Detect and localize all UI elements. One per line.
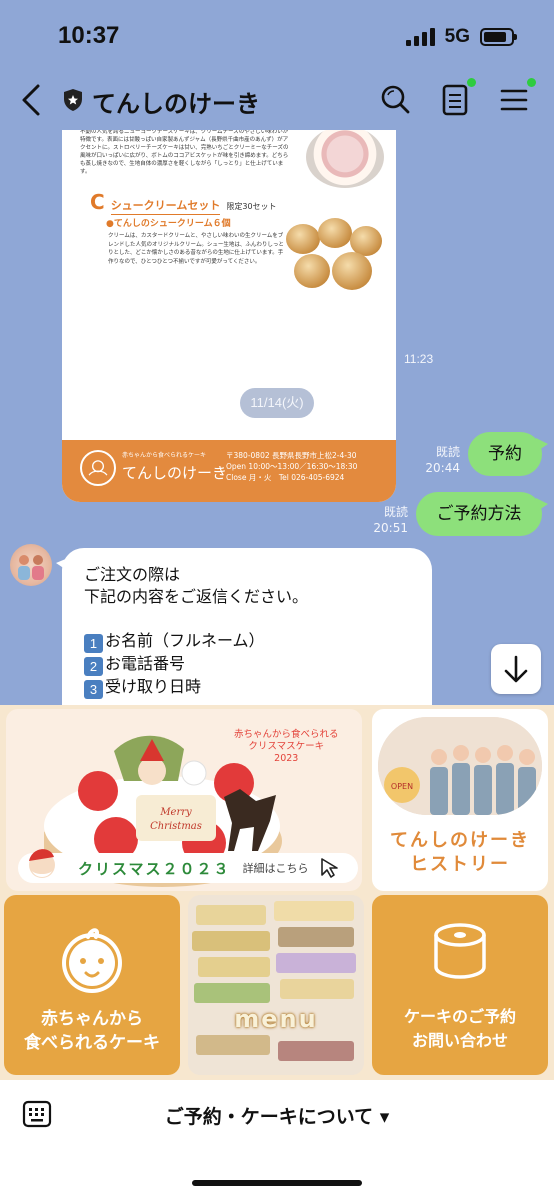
baby-cake-label: 赤ちゃんから 食べられるケーキ: [4, 1007, 180, 1055]
reservation-contact-label: ケーキのご予約 お問い合わせ: [372, 1005, 548, 1053]
network-label: 5G: [444, 26, 470, 47]
baby-face-icon: [62, 928, 122, 993]
search-icon[interactable]: [378, 82, 412, 118]
section-title: シュークリームセット: [110, 197, 221, 215]
flyer-image-message[interactable]: 不動の人気を誇るニューヨークチーズケーキは、クリームチーズのやさしい味わいが特徴…: [62, 130, 396, 502]
sent-message-how-to-reserve[interactable]: ご予約方法: [416, 492, 548, 536]
read-receipt: 既読 20:44: [408, 444, 460, 476]
notes-badge-dot: [467, 78, 476, 87]
label-line: 赤ちゃんから: [41, 1009, 143, 1029]
menu-icon[interactable]: [498, 82, 532, 118]
bottom-bar: ご予約・ケーキについて ▾: [0, 1080, 554, 1200]
label-line: お問い合わせ: [411, 1031, 508, 1050]
scroll-down-button[interactable]: [491, 644, 541, 694]
message-time: 20:51: [373, 521, 408, 535]
store-address: 〒380-0802 長野県長野市上松2-4-30: [226, 451, 357, 460]
store-hours: Open 10:00～13:00／16:30～18:30: [226, 462, 358, 471]
number-badge: 2: [84, 657, 103, 676]
store-info: 〒380-0802 長野県長野市上松2-4-30 Open 10:00～13:0…: [226, 450, 357, 483]
message-time: 20:44: [425, 461, 460, 475]
home-indicator[interactable]: [192, 1180, 362, 1186]
christmas-detail-link[interactable]: 詳細はこちら: [243, 860, 309, 876]
history-line: てんしのけーき: [390, 830, 530, 851]
section-limit: 限定30セット: [226, 202, 277, 211]
flyer-intro-text: 不動の人気を誇るニューヨークチーズケーキは、クリームチーズのやさしい味わいが特徴…: [80, 130, 289, 175]
reply-line: ご注文の際は: [84, 565, 181, 584]
status-time: 10:37: [58, 22, 120, 49]
flyer-description: クリームは、カスタードクリームと、やさしい味わいの生クリームをブレンドした人気の…: [108, 233, 284, 265]
plaque-merry: Merry: [159, 807, 192, 818]
section-letter: C: [90, 190, 105, 214]
signal-icon: [405, 28, 435, 46]
reservation-contact-tile[interactable]: ケーキのご予約 お問い合わせ: [372, 895, 548, 1075]
avatar[interactable]: [10, 544, 52, 586]
staff-photo: OPEN: [378, 717, 542, 815]
christmas-caption: 赤ちゃんから食べられる クリスマスケーキ 2023: [234, 729, 339, 765]
baby-cake-tile[interactable]: 赤ちゃんから 食べられるケーキ: [4, 895, 180, 1075]
santa-icon: [29, 849, 55, 878]
flyer-footer: 赤ちゃんから食べられるケーキ てんしのけーき 〒380-0802 長野県長野市上…: [62, 440, 396, 502]
number-badge: 3: [84, 680, 103, 699]
angel-logo-icon: [80, 450, 116, 486]
label-line: 食べられるケーキ: [24, 1033, 160, 1053]
rich-menu: Merry Christmas 赤ちゃんから食べられる クリスマスケーキ 202…: [0, 705, 554, 1080]
christmas-2023-tile[interactable]: Merry Christmas 赤ちゃんから食べられる クリスマスケーキ 202…: [6, 709, 362, 891]
reply-line: 下記の内容をご返信ください。: [84, 587, 309, 606]
caption-line: クリスマスケーキ: [248, 741, 325, 752]
number-badge: 1: [84, 634, 103, 653]
reply-item-text: お電話番号: [105, 654, 186, 673]
battery-fill: [484, 32, 507, 42]
christmas-label: クリスマス２０２３: [78, 859, 231, 878]
menu-label: menu: [234, 1005, 318, 1033]
cursor-icon: [320, 858, 338, 878]
roll-cake-icon: [434, 923, 486, 979]
notes-icon[interactable]: [438, 82, 472, 118]
chat-header: てんしのけーき: [0, 72, 554, 130]
reply-item-text: お名前（フルネーム）: [105, 631, 265, 650]
cheesecake-photo: [306, 130, 384, 188]
shield-icon: [64, 89, 82, 111]
read-receipt: 既読 20:51: [356, 504, 408, 536]
menu-badge-dot: [527, 78, 536, 87]
flyer-section-heading: C シュークリームセット 限定30セット: [90, 190, 277, 215]
reply-item: 1 お名前（フルネーム）: [84, 630, 410, 653]
open-sign-text: OPEN: [391, 782, 413, 791]
chat-title: てんしのけーき: [92, 90, 260, 118]
arrow-down-icon: [504, 655, 528, 683]
read-label: 既読: [383, 505, 408, 519]
christmas-detail-bar[interactable]: クリスマス２０２３ 詳細はこちら: [18, 853, 358, 883]
chat-area[interactable]: 不動の人気を誇るニューヨークチーズケーキは、クリームチーズのやさしい味わいが特徴…: [0, 130, 554, 705]
flyer-sub-heading: ●てんしのシュークリーム６個: [106, 219, 231, 229]
sent-message-reservation[interactable]: 予約: [468, 432, 548, 476]
flyer-time: 11:23: [404, 352, 434, 366]
reply-item: 3 受け取り日時: [84, 676, 410, 699]
history-label: てんしのけーき ヒストリー: [372, 829, 548, 877]
caption-year: 2023: [274, 753, 299, 764]
cream-puff-photo: [280, 216, 384, 294]
status-indicators: 5G: [405, 26, 517, 48]
rich-menu-toggle[interactable]: ご予約・ケーキについて ▾: [0, 1102, 554, 1129]
store-closed-tel: Close 月・火 Tel 026-405-6924: [226, 473, 345, 482]
back-icon[interactable]: [18, 80, 48, 120]
reply-item-text: 受け取り日時: [105, 677, 202, 696]
status-bar: 10:37 5G: [0, 0, 554, 70]
reply-item: 2 お電話番号: [84, 653, 410, 676]
battery-icon: [480, 28, 517, 46]
plaque-christmas: Christmas: [150, 821, 202, 832]
date-separator: 11/14(火): [240, 388, 314, 418]
menu-tile[interactable]: menu: [188, 895, 364, 1075]
caption-line: 赤ちゃんから食べられる: [234, 729, 339, 740]
history-line: ヒストリー: [410, 854, 510, 875]
read-label: 既読: [435, 445, 460, 459]
logo-name: てんしのけーき: [122, 464, 228, 482]
history-tile[interactable]: OPEN てんしのけーき ヒストリー: [372, 709, 548, 891]
label-line: ケーキのご予約: [403, 1007, 516, 1026]
received-message-reply[interactable]: ご注文の際は 下記の内容をご返信ください。 1 お名前（フルネーム） 2 お電話番号…: [56, 548, 432, 705]
logo-tagline: 赤ちゃんから食べられるケーキ: [122, 452, 207, 459]
